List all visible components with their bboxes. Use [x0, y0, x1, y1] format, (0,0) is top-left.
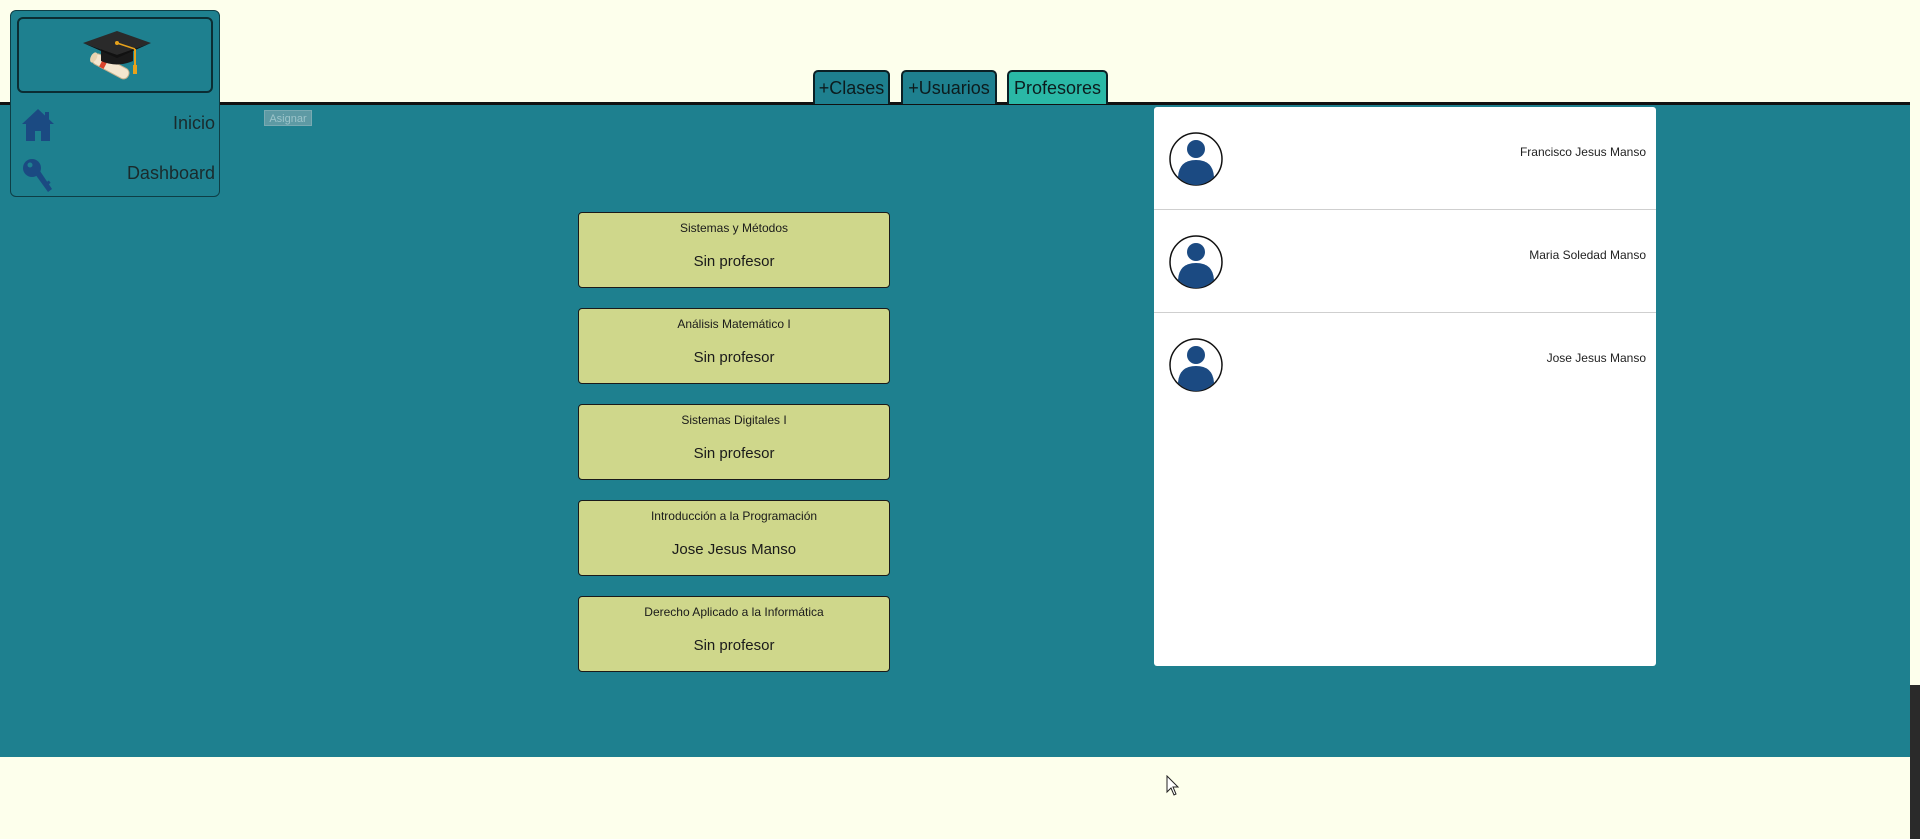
class-teacher: Sin profesor	[693, 445, 775, 462]
footer-area	[0, 757, 1910, 839]
graduation-cap-icon	[83, 31, 151, 80]
user-avatar-icon	[1169, 132, 1223, 186]
class-title: Sistemas y Métodos	[679, 221, 789, 235]
teachers-panel: Francisco Jesus Manso Maria Soledad Mans…	[1154, 107, 1656, 666]
teacher-item[interactable]: Maria Soledad Manso	[1154, 210, 1656, 313]
teacher-name: Maria Soledad Manso	[1529, 248, 1646, 262]
sidebar-item-label: Dashboard	[126, 163, 215, 183]
teacher-name: Jose Jesus Manso	[1546, 351, 1646, 365]
sidebar-item-label: Inicio	[172, 113, 215, 133]
user-avatar-icon	[1169, 235, 1223, 289]
logo[interactable]	[17, 17, 213, 93]
sidebar: Inicio Dashboard	[10, 10, 220, 197]
teacher-item[interactable]: Jose Jesus Manso	[1154, 313, 1656, 416]
class-teacher: Sin profesor	[693, 253, 775, 270]
class-teacher: Sin profesor	[693, 349, 775, 366]
home-icon	[22, 109, 54, 141]
mouse-cursor-icon	[1166, 775, 1180, 796]
class-teacher: Jose Jesus Manso	[671, 541, 797, 558]
teacher-item[interactable]: Francisco Jesus Manso	[1154, 107, 1656, 210]
key-icon	[23, 159, 52, 192]
class-card[interactable]: Derecho Aplicado a la Informática Sin pr…	[578, 596, 890, 672]
assign-button[interactable]: Asignar	[264, 110, 312, 126]
class-card[interactable]: Análisis Matemático I Sin profesor	[578, 308, 890, 384]
class-teacher: Sin profesor	[693, 637, 775, 654]
class-card[interactable]: Sistemas y Métodos Sin profesor	[578, 212, 890, 288]
user-avatar-icon	[1169, 338, 1223, 392]
tab-clases[interactable]: +Clases	[813, 70, 890, 104]
class-title: Análisis Matemático I	[677, 317, 791, 331]
class-title: Derecho Aplicado a la Informática	[644, 605, 824, 619]
teacher-name: Francisco Jesus Manso	[1519, 145, 1646, 159]
tab-profesores[interactable]: Profesores	[1007, 70, 1108, 104]
class-title: Sistemas Digitales I	[681, 413, 787, 427]
class-title: Introducción a la Programación	[650, 509, 818, 523]
sidebar-item-dashboard[interactable]: Dashboard	[11, 151, 219, 195]
sidebar-item-inicio[interactable]: Inicio	[11, 101, 219, 145]
scrollbar-thumb[interactable]	[1910, 685, 1920, 839]
class-card[interactable]: Introducción a la Programación Jose Jesu…	[578, 500, 890, 576]
tab-usuarios[interactable]: +Usuarios	[901, 70, 997, 104]
class-card[interactable]: Sistemas Digitales I Sin profesor	[578, 404, 890, 480]
